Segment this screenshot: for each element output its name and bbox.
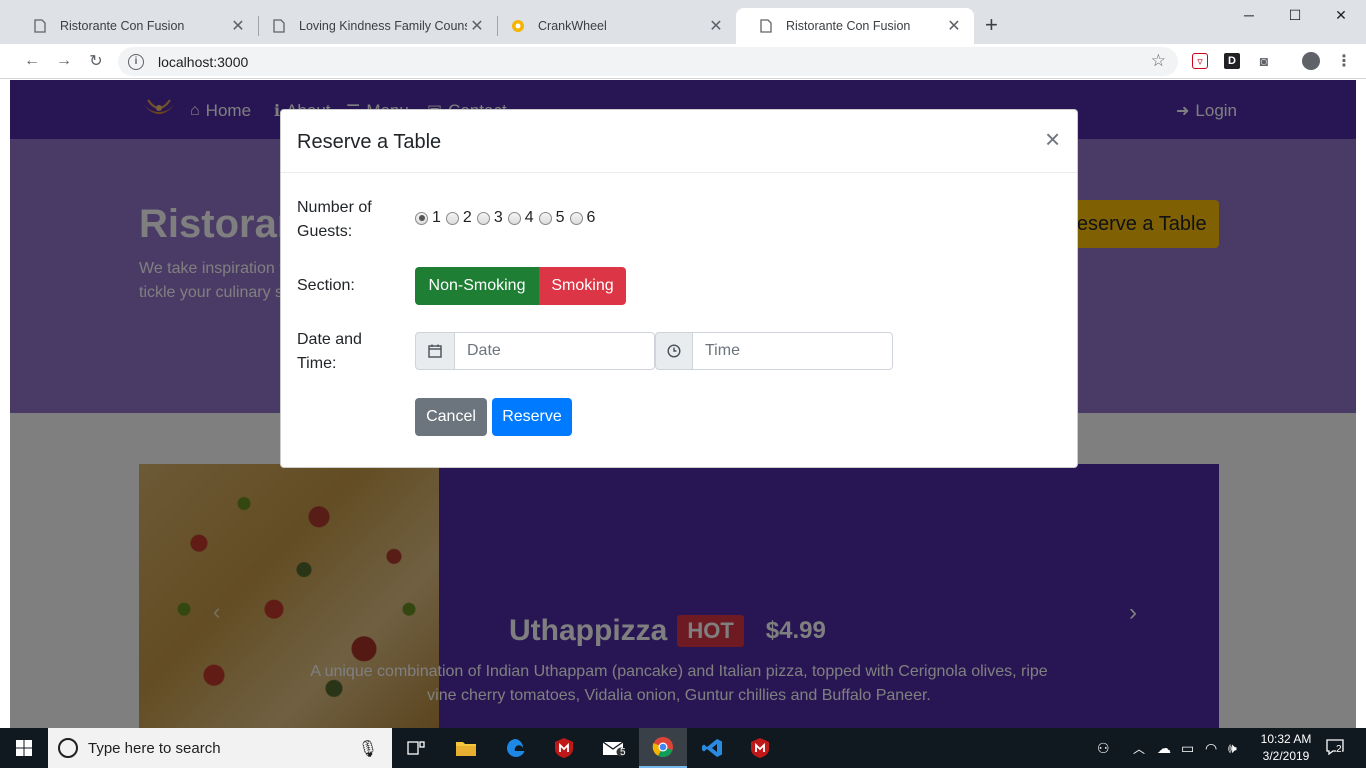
- bookmark-star-icon[interactable]: ☆: [1151, 51, 1166, 71]
- guests-radio-group: 1 2 3 4 5 6: [415, 209, 600, 227]
- clock-time: 10:32 AM: [1260, 732, 1312, 746]
- cortana-icon: [58, 738, 78, 758]
- browser-toolbar: ← → ↻ i localhost:3000 ☆ ▿ D ◙ ⋮: [0, 44, 1366, 79]
- pocket-icon[interactable]: ▿: [1192, 53, 1208, 69]
- minimize-button[interactable]: ─: [1226, 4, 1272, 26]
- mcafee-icon[interactable]: [540, 728, 588, 768]
- guest-radio-1[interactable]: [415, 211, 428, 225]
- modal-header: Reserve a Table ×: [281, 110, 1077, 173]
- address-bar[interactable]: i localhost:3000 ☆: [118, 47, 1178, 76]
- calendar-icon: [415, 332, 455, 370]
- web-page: ⌂Home ℹAbout ☰Menu ▣Contact ➜Login Risto…: [10, 80, 1356, 728]
- browser-tab[interactable]: Ristorante Con Fusion ✕: [10, 8, 258, 44]
- notification-count: 2: [1336, 744, 1342, 755]
- menu-icon[interactable]: ⋮: [1336, 53, 1352, 70]
- profile-icon[interactable]: [1302, 52, 1320, 70]
- tab-title: Loving Kindness Family Counselin: [299, 19, 467, 33]
- non-smoking-button[interactable]: Non-Smoking: [415, 267, 539, 305]
- modal-title: Reserve a Table: [297, 131, 442, 153]
- tab-title: CrankWheel: [538, 19, 607, 33]
- browser-tab[interactable]: Loving Kindness Family Counselin ✕: [249, 8, 497, 44]
- taskbar-clock[interactable]: 10:32 AM 3/2/2019: [1257, 731, 1315, 765]
- browser-tab[interactable]: CrankWheel ✕: [488, 8, 736, 44]
- back-button[interactable]: ←: [21, 50, 43, 72]
- microphone-icon[interactable]: 🎙: [358, 739, 378, 759]
- reserve-table-modal: Reserve a Table × Number of Guests: 1 2 …: [280, 109, 1078, 468]
- windows-taskbar: Type here to search 🎙 5 ⚇ ︿ ☁ ▭ ◠ 🕪 10:3…: [0, 728, 1366, 768]
- maximize-button[interactable]: ☐: [1272, 4, 1318, 26]
- mail-badge: 5: [620, 747, 626, 758]
- tab-title: Ristorante Con Fusion: [60, 19, 185, 33]
- close-tab-icon[interactable]: ✕: [228, 16, 248, 36]
- taskbar-search[interactable]: Type here to search 🎙: [48, 728, 392, 768]
- mail-icon[interactable]: 5: [590, 728, 638, 768]
- smoking-button[interactable]: Smoking: [539, 267, 626, 305]
- search-placeholder: Type here to search: [88, 739, 221, 757]
- chrome-icon[interactable]: [639, 728, 687, 768]
- close-tab-icon[interactable]: ✕: [706, 16, 726, 36]
- battery-icon[interactable]: ▭: [1181, 740, 1194, 757]
- browser-tabstrip: Ristorante Con Fusion ✕ Loving Kindness …: [0, 0, 1366, 44]
- page-icon: [758, 18, 774, 34]
- time-field[interactable]: Time: [693, 332, 893, 370]
- people-icon[interactable]: ⚇: [1097, 740, 1110, 757]
- chevron-up-icon[interactable]: ︿: [1133, 740, 1145, 757]
- edge-icon[interactable]: [492, 728, 540, 768]
- section-toggle: Non-Smoking Smoking: [415, 267, 626, 305]
- close-window-button[interactable]: ✕: [1318, 4, 1364, 26]
- vscode-icon[interactable]: [688, 728, 736, 768]
- guests-label: Number of Guests:: [297, 199, 372, 240]
- browser-tab-active[interactable]: Ristorante Con Fusion ✕: [736, 8, 974, 44]
- guest-radio-2[interactable]: [445, 211, 459, 225]
- url-text: localhost:3000: [158, 53, 249, 70]
- wifi-icon[interactable]: ◠: [1205, 740, 1217, 757]
- onedrive-icon[interactable]: ☁: [1157, 740, 1171, 757]
- forward-button[interactable]: →: [53, 50, 75, 72]
- page-icon: [271, 18, 287, 34]
- reserve-button[interactable]: Reserve: [492, 398, 572, 436]
- close-tab-icon[interactable]: ✕: [467, 16, 487, 36]
- volume-icon[interactable]: 🕪: [1228, 740, 1237, 757]
- windows-start-button[interactable]: [0, 728, 48, 768]
- close-tab-icon[interactable]: ✕: [944, 16, 964, 36]
- guest-radio-3[interactable]: [476, 211, 490, 225]
- mcafee-icon[interactable]: [736, 728, 784, 768]
- crankwheel-icon: [510, 18, 526, 34]
- guest-radio-5[interactable]: [538, 211, 552, 225]
- task-view-icon[interactable]: [392, 728, 440, 768]
- close-icon[interactable]: ×: [1045, 126, 1060, 152]
- tab-title: Ristorante Con Fusion: [786, 19, 911, 33]
- cancel-button[interactable]: Cancel: [415, 398, 487, 436]
- action-center-icon[interactable]: 2: [1326, 738, 1344, 759]
- clock-icon: [655, 332, 693, 370]
- page-icon: [32, 18, 48, 34]
- site-info-icon[interactable]: i: [128, 53, 144, 70]
- date-field[interactable]: Date: [455, 332, 655, 370]
- camera-icon[interactable]: ◙: [1256, 53, 1272, 69]
- guest-radio-4[interactable]: [507, 211, 521, 225]
- guest-radio-6[interactable]: [569, 211, 583, 225]
- reload-button[interactable]: ↻: [85, 50, 107, 72]
- date-input-group: Date: [415, 332, 655, 370]
- section-label: Section:: [297, 277, 355, 294]
- file-explorer-icon[interactable]: [442, 728, 490, 768]
- new-tab-button[interactable]: +: [985, 14, 998, 36]
- time-input-group: Time: [655, 332, 893, 370]
- d-extension-icon[interactable]: D: [1224, 53, 1240, 69]
- clock-date: 3/2/2019: [1262, 749, 1310, 763]
- datetime-label: Date and Time:: [297, 331, 362, 372]
